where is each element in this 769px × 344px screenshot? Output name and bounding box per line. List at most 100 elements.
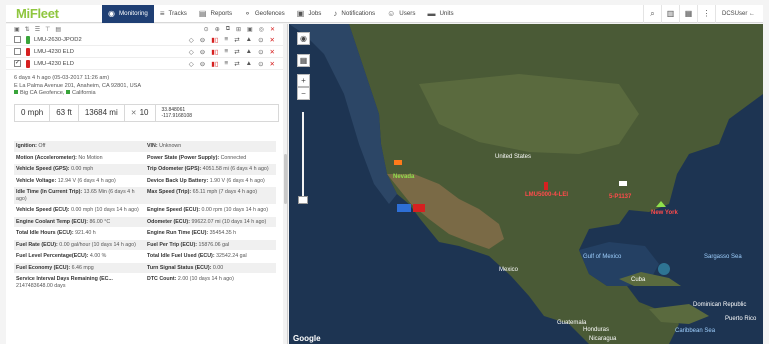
locate-icon[interactable]: ◇: [189, 60, 194, 68]
telemetry-row: Ignition: Off VIN: Unknown: [14, 140, 276, 152]
telemetry-label: Vehicle Voltage:: [16, 177, 57, 184]
chart-icon[interactable]: ▥: [660, 4, 679, 23]
speed-icon[interactable]: ▲: [246, 36, 252, 44]
asset-row-selected[interactable]: ✓ LMU-4230 ELD ◇ ⊖ ▮▯ ≡ ⇄ ▲ ⊙ ✕: [6, 58, 287, 70]
target-icon[interactable]: ⊙: [204, 26, 209, 33]
users-icon: ☺: [387, 9, 396, 18]
unit-marker[interactable]: [394, 160, 402, 165]
nav-units[interactable]: ▬ Units: [421, 5, 459, 23]
speed-icon[interactable]: ▲: [246, 48, 252, 56]
telemetry-value: 1.90 V (6 days 4 h ago): [209, 177, 265, 184]
unit-label[interactable]: LMU5000-4-LEI: [525, 192, 568, 198]
remove-icon[interactable]: ✕: [270, 60, 275, 68]
select-all-icon[interactable]: ▣: [14, 26, 20, 33]
share-icon[interactable]: ≡: [224, 36, 228, 44]
geofence-name[interactable]: California: [72, 90, 96, 96]
stats-icon[interactable]: ▮▯: [211, 36, 218, 44]
list-icon[interactable]: ☰: [35, 26, 40, 33]
asset-checkbox[interactable]: [14, 36, 21, 43]
truck-icon: [26, 59, 30, 68]
locate-icon[interactable]: ◇: [189, 48, 194, 56]
clock-icon[interactable]: ⊕: [215, 26, 220, 33]
copy-icon[interactable]: ⧉: [226, 26, 230, 33]
nav-right-tools: ⌕ ▥ ▦ ⋮ DCSUser ←: [642, 4, 763, 23]
info-icon[interactable]: ⊙: [258, 36, 263, 44]
history-icon[interactable]: ⊖: [200, 36, 205, 44]
zoom-slider-track[interactable]: [302, 112, 304, 204]
telemetry-label: Odometer (ECU):: [147, 218, 190, 225]
unit-marker-cluster[interactable]: [397, 204, 411, 212]
info-icon[interactable]: ⊙: [258, 48, 263, 56]
bell-icon: ♪: [333, 9, 338, 18]
route-icon[interactable]: ⇄: [234, 60, 239, 68]
locate-icon[interactable]: ◇: [189, 36, 194, 44]
history-icon[interactable]: ⊖: [200, 48, 205, 56]
asset-row[interactable]: LMU-4230 ELD ◇ ⊖ ▮▯ ≡ ⇄ ▲ ⊙ ✕: [6, 46, 287, 58]
telemetry-value: 0.00 gal/hour (10 days 14 h ago): [59, 241, 136, 248]
stats-icon[interactable]: ▮▯: [211, 48, 218, 56]
asset-name: LMU-4230 ELD: [34, 48, 74, 55]
asset-checkbox[interactable]: [14, 48, 21, 55]
save-icon[interactable]: ▣: [247, 26, 253, 33]
speed-icon[interactable]: ▲: [246, 60, 252, 68]
zoom-slider-handle[interactable]: [298, 196, 308, 204]
asset-row[interactable]: LMU-2630-JPOD2 ◇ ⊖ ▮▯ ≡ ⇄ ▲ ⊙ ✕: [6, 34, 287, 46]
telemetry-value: 32542.24 gal: [216, 253, 247, 259]
last-report-time: 6 days 4 h ago (05-03-2017 11:26 am): [14, 75, 110, 81]
filter-icon[interactable]: ⊤: [45, 26, 50, 33]
stats-icon[interactable]: ▮▯: [211, 60, 218, 68]
telemetry-value: Unknown: [159, 143, 182, 149]
map-type-button[interactable]: ▦: [297, 54, 310, 67]
more-icon[interactable]: ⋮: [696, 4, 715, 23]
unit-marker[interactable]: [544, 182, 548, 190]
unit-label[interactable]: 5-P1137: [609, 194, 631, 200]
geofence-name[interactable]: Big CA Geofence,: [20, 90, 64, 96]
nav-label: Users: [399, 10, 416, 17]
zoom-out-button[interactable]: −: [297, 87, 310, 100]
toolbar-right-icons: ⊙ ⊕ ⧉ ⊞ ▣ ◎ ✕: [204, 26, 287, 33]
search-icon[interactable]: ⌕: [642, 4, 661, 23]
scroll-thumb[interactable]: [284, 154, 287, 204]
telemetry-cell: Motion (Accelerometer): No Motion: [14, 153, 145, 164]
telemetry-label: Fuel Level Percentage(ECU):: [16, 253, 89, 259]
telemetry-label: Trip Odometer (GPS):: [147, 166, 202, 172]
nav-jobs[interactable]: ▣ Jobs: [291, 5, 328, 23]
telemetry-row: Engine Coolant Temp (ECU): 86.00 °C Odome…: [14, 215, 276, 227]
grid-view-icon[interactable]: ⊞: [236, 26, 241, 33]
target2-icon[interactable]: ◎: [259, 26, 264, 33]
telemetry-value: 35454.35 h: [209, 230, 237, 236]
telemetry-value: 65.11 mph (7 days 4 h ago): [192, 189, 258, 195]
share-icon[interactable]: ≡: [224, 48, 228, 56]
route-icon[interactable]: ⇄: [234, 36, 239, 44]
unit-marker-cluster[interactable]: [413, 204, 425, 212]
nav-notifications[interactable]: ♪ Notifications: [327, 5, 381, 23]
nav-label: Reports: [210, 10, 233, 17]
history-icon[interactable]: ⊖: [200, 60, 205, 68]
columns-icon[interactable]: ▤: [55, 26, 61, 33]
grid-icon[interactable]: ▦: [678, 4, 697, 23]
user-menu[interactable]: DCSUser ←: [714, 4, 763, 23]
route-icon[interactable]: ⇄: [234, 48, 239, 56]
share-icon[interactable]: ≡: [224, 60, 228, 68]
remove-icon[interactable]: ✕: [270, 48, 275, 56]
nav-tracks[interactable]: ≡ Tracks: [154, 5, 193, 23]
nav-users[interactable]: ☺ Users: [381, 5, 421, 23]
sort-icon[interactable]: ⇅: [25, 26, 30, 33]
panel-scrollbar[interactable]: [283, 24, 287, 344]
remove-icon[interactable]: ✕: [270, 36, 275, 44]
nav-label: Jobs: [308, 10, 322, 17]
telemetry-label: Engine Run Time (ECU):: [147, 230, 209, 236]
asset-checkbox-checked[interactable]: ✓: [14, 60, 21, 67]
close-icon[interactable]: ✕: [270, 26, 275, 33]
map-view[interactable]: ◉ ▦ + − United States Mexico Cuba Gulf o…: [289, 24, 763, 344]
telemetry-cell: Fuel Level Percentage(ECU): 4.00 %: [14, 251, 145, 262]
zoom-in-button[interactable]: +: [297, 74, 310, 87]
info-icon[interactable]: ⊙: [258, 60, 263, 68]
unit-marker[interactable]: [619, 181, 627, 186]
nav-geofences[interactable]: ⚬ Geofences: [238, 5, 291, 23]
label-mexico: Mexico: [499, 267, 519, 273]
nav-reports[interactable]: ▤ Reports: [193, 5, 238, 23]
map-layers-button[interactable]: ◉: [297, 32, 310, 45]
nav-monitoring[interactable]: ◉ Monitoring: [102, 4, 154, 23]
bahamas-shallows: [658, 263, 670, 275]
